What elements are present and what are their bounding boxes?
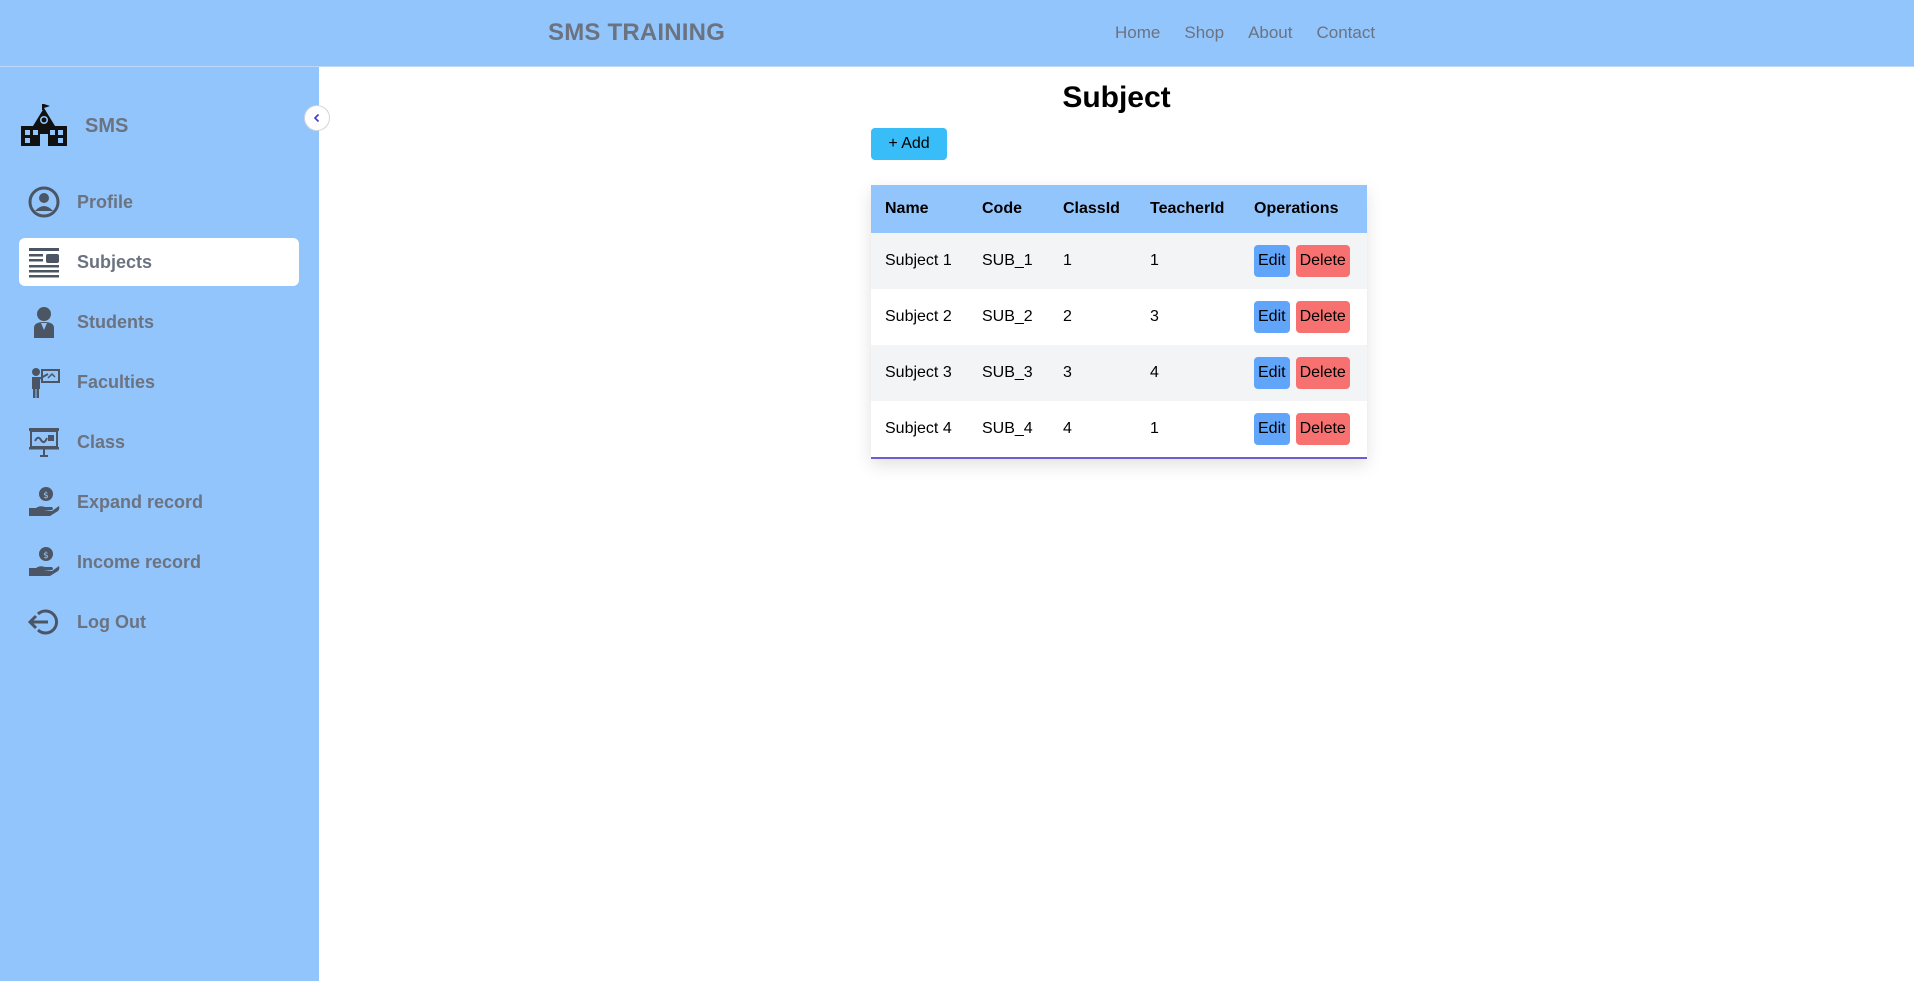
subjects-table: Name Code ClassId TeacherId Operations S… bbox=[871, 185, 1367, 457]
cell-code: SUB_3 bbox=[982, 364, 1033, 381]
sidebar-logo-text: SMS bbox=[85, 114, 129, 137]
sidebar-logo[interactable]: SMS bbox=[19, 104, 128, 148]
cell-name: Subject 1 bbox=[885, 252, 952, 269]
cell-teacherid: 1 bbox=[1150, 252, 1159, 269]
cell-name: Subject 3 bbox=[885, 364, 952, 381]
sidebar-item-expand-record[interactable]: $ Expand record bbox=[19, 478, 299, 526]
income-icon: $ bbox=[27, 545, 61, 579]
cell-classid: 4 bbox=[1063, 420, 1072, 437]
cell-name: Subject 4 bbox=[885, 420, 952, 437]
edit-button[interactable]: Edit bbox=[1254, 301, 1290, 333]
cell-code: SUB_2 bbox=[982, 308, 1033, 325]
cell-operations: Edit Delete bbox=[1240, 233, 1367, 289]
table-row: Subject 3 SUB_3 3 4 Edit Delete bbox=[871, 345, 1367, 401]
cell-operations: Edit Delete bbox=[1240, 289, 1367, 345]
sidebar: SMS Profile Subjects Students Faculties … bbox=[0, 67, 330, 981]
top-navbar: SMS TRAINING Home Shop About Contact bbox=[0, 0, 1914, 67]
logout-icon bbox=[27, 605, 61, 639]
cell-code: SUB_1 bbox=[982, 252, 1033, 269]
top-nav: Home Shop About Contact bbox=[1115, 23, 1375, 43]
column-header-name: Name bbox=[885, 200, 929, 217]
column-header-classid: ClassId bbox=[1063, 200, 1120, 217]
column-header-teacherid: TeacherId bbox=[1150, 200, 1225, 217]
teacher-icon bbox=[27, 365, 61, 399]
sidebar-item-class[interactable]: Class bbox=[19, 418, 299, 466]
sidebar-item-label: Expand record bbox=[77, 491, 204, 512]
sidebar-item-label: Faculties bbox=[77, 371, 156, 392]
svg-text:$: $ bbox=[43, 491, 49, 501]
table-row: Subject 4 SUB_4 4 1 Edit Delete bbox=[871, 401, 1367, 457]
cell-teacherid: 1 bbox=[1150, 420, 1159, 437]
column-header-code: Code bbox=[982, 200, 1022, 217]
sidebar-menu: Profile Subjects Students Faculties Clas… bbox=[19, 178, 299, 658]
delete-button[interactable]: Delete bbox=[1295, 301, 1350, 333]
column-header-operations: Operations bbox=[1254, 200, 1339, 217]
nav-shop-link[interactable]: Shop bbox=[1184, 23, 1224, 43]
sidebar-item-label: Log Out bbox=[77, 611, 146, 632]
sidebar-item-label: Subjects bbox=[77, 251, 153, 272]
delete-button[interactable]: Delete bbox=[1295, 357, 1350, 389]
brand-title[interactable]: SMS TRAINING bbox=[548, 19, 725, 47]
table-row: Subject 2 SUB_2 2 3 Edit Delete bbox=[871, 289, 1367, 345]
edit-button[interactable]: Edit bbox=[1254, 245, 1290, 277]
subjects-table-container: Name Code ClassId TeacherId Operations S… bbox=[871, 185, 1367, 459]
subjects-icon bbox=[27, 245, 61, 279]
sidebar-item-label: Class bbox=[77, 431, 126, 452]
cell-classid: 1 bbox=[1063, 252, 1072, 269]
cell-operations: Edit Delete bbox=[1240, 345, 1367, 401]
edit-button[interactable]: Edit bbox=[1254, 357, 1290, 389]
sidebar-item-profile[interactable]: Profile bbox=[19, 178, 299, 226]
edit-button[interactable]: Edit bbox=[1254, 413, 1290, 445]
cell-teacherid: 4 bbox=[1150, 364, 1159, 381]
sidebar-collapse-button[interactable] bbox=[304, 105, 330, 131]
svg-text:$: $ bbox=[43, 551, 49, 561]
delete-button[interactable]: Delete bbox=[1295, 413, 1350, 445]
sidebar-item-label: Students bbox=[77, 311, 155, 332]
cell-code: SUB_4 bbox=[982, 420, 1033, 437]
classroom-icon bbox=[27, 425, 61, 459]
school-icon bbox=[21, 104, 67, 146]
sidebar-item-subjects[interactable]: Subjects bbox=[19, 238, 299, 286]
cell-name: Subject 2 bbox=[885, 308, 952, 325]
cell-classid: 2 bbox=[1063, 308, 1072, 325]
delete-button[interactable]: Delete bbox=[1295, 245, 1350, 277]
chevron-left-icon bbox=[313, 113, 320, 123]
cell-classid: 3 bbox=[1063, 364, 1072, 381]
expense-icon: $ bbox=[27, 485, 61, 519]
sidebar-item-log-out[interactable]: Log Out bbox=[19, 598, 299, 646]
cell-teacherid: 3 bbox=[1150, 308, 1159, 325]
nav-contact-link[interactable]: Contact bbox=[1317, 23, 1376, 43]
add-subject-button[interactable]: + Add bbox=[871, 128, 947, 160]
profile-icon bbox=[27, 185, 61, 219]
sidebar-item-label: Income record bbox=[77, 551, 202, 572]
nav-home-link[interactable]: Home bbox=[1115, 23, 1160, 43]
student-icon bbox=[27, 305, 61, 339]
main-content: Subject + Add Name Code ClassId TeacherI… bbox=[319, 68, 1914, 981]
table-row: Subject 1 SUB_1 1 1 Edit Delete bbox=[871, 233, 1367, 289]
sidebar-item-students[interactable]: Students bbox=[19, 298, 299, 346]
cell-operations: Edit Delete bbox=[1240, 401, 1367, 457]
page-title: Subject bbox=[1062, 81, 1171, 114]
table-header-row: Name Code ClassId TeacherId Operations bbox=[871, 185, 1367, 233]
sidebar-item-label: Profile bbox=[77, 191, 134, 212]
nav-about-link[interactable]: About bbox=[1248, 23, 1292, 43]
sidebar-item-faculties[interactable]: Faculties bbox=[19, 358, 299, 406]
sidebar-item-income-record[interactable]: $ Income record bbox=[19, 538, 299, 586]
